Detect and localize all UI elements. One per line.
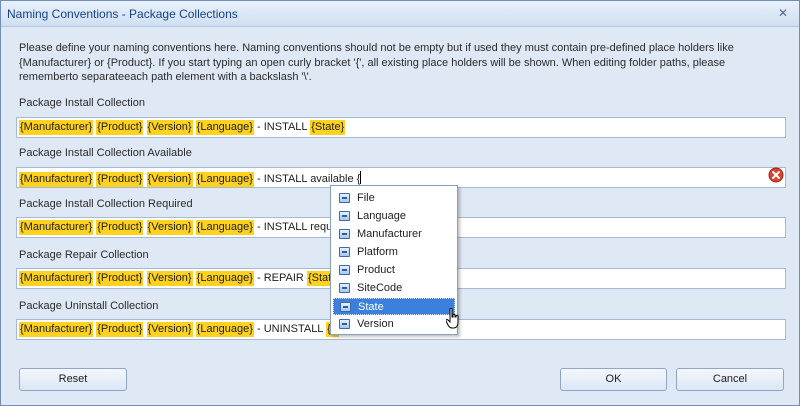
placeholder-icon bbox=[339, 319, 350, 329]
literal-text: - UNINSTALL bbox=[253, 323, 327, 335]
option-label: Product bbox=[357, 264, 395, 276]
placeholder-token: {Manufacturer} bbox=[19, 322, 94, 337]
option-label: Platform bbox=[357, 246, 398, 258]
option-label: Version bbox=[357, 318, 394, 330]
naming-conventions-dialog: Naming Conventions - Package Collections… bbox=[0, 0, 800, 406]
placeholder-icon bbox=[339, 229, 350, 239]
placeholder-token: {Version} bbox=[146, 271, 193, 286]
placeholder-autocomplete-list: File Language Manufacturer Platform Prod… bbox=[330, 185, 458, 335]
placeholder-icon bbox=[339, 265, 350, 275]
placeholder-icon bbox=[339, 283, 350, 293]
placeholder-icon bbox=[340, 302, 351, 312]
window-title: Naming Conventions - Package Collections bbox=[7, 7, 238, 21]
placeholder-token: {Product} bbox=[96, 172, 144, 187]
cancel-button[interactable]: Cancel bbox=[676, 368, 784, 391]
error-icon bbox=[768, 167, 784, 183]
placeholder-option-manufacturer[interactable]: Manufacturer bbox=[333, 226, 455, 243]
placeholder-token: {Product} bbox=[96, 220, 144, 235]
text-caret bbox=[360, 171, 362, 184]
placeholder-option-version[interactable]: Version bbox=[333, 316, 455, 333]
literal-text: - REPAIR bbox=[253, 272, 307, 284]
placeholder-token: {Version} bbox=[146, 120, 193, 135]
title-bar: Naming Conventions - Package Collections… bbox=[1, 1, 799, 27]
placeholder-option-file[interactable]: File bbox=[333, 190, 455, 207]
literal-text: - INSTALL requi bbox=[253, 221, 335, 233]
placeholder-icon bbox=[339, 193, 350, 203]
close-icon[interactable]: ✕ bbox=[775, 5, 791, 21]
section-label-uninstall: Package Uninstall Collection bbox=[19, 300, 159, 312]
literal-text: - INSTALL bbox=[253, 121, 311, 133]
instructions-text: Please define your naming conventions he… bbox=[19, 42, 734, 84]
placeholder-option-state[interactable]: State bbox=[333, 298, 455, 315]
placeholder-token: {Manufacturer} bbox=[19, 120, 94, 135]
placeholder-icon bbox=[339, 247, 350, 257]
placeholder-token: {Manufacturer} bbox=[19, 172, 94, 187]
option-label: File bbox=[357, 192, 375, 204]
section-label-install-available: Package Install Collection Available bbox=[19, 147, 192, 159]
placeholder-token: {Language} bbox=[195, 271, 254, 286]
placeholder-token: {Version} bbox=[146, 220, 193, 235]
section-label-repair: Package Repair Collection bbox=[19, 249, 149, 261]
placeholder-token: {Version} bbox=[146, 172, 193, 187]
placeholder-option-platform[interactable]: Platform bbox=[333, 244, 455, 261]
placeholder-token: {Language} bbox=[195, 120, 254, 135]
placeholder-option-product[interactable]: Product bbox=[333, 262, 455, 279]
section-label-install-required: Package Install Collection Required bbox=[19, 198, 193, 210]
placeholder-token: {Product} bbox=[96, 271, 144, 286]
placeholder-icon bbox=[339, 211, 350, 221]
placeholder-option-sitecode[interactable]: SiteCode bbox=[333, 280, 455, 297]
reset-button[interactable]: Reset bbox=[19, 368, 127, 391]
placeholder-token: {Language} bbox=[195, 322, 254, 337]
literal-text: - INSTALL available bbox=[253, 173, 357, 185]
placeholder-token: {Language} bbox=[195, 172, 254, 187]
install-collection-field[interactable]: {Manufacturer} {Product} {Version} {Lang… bbox=[16, 117, 786, 138]
option-label: State bbox=[358, 301, 384, 313]
option-label: Language bbox=[357, 210, 406, 222]
placeholder-option-language[interactable]: Language bbox=[333, 208, 455, 225]
option-label: SiteCode bbox=[357, 282, 403, 294]
placeholder-token: {Product} bbox=[96, 120, 144, 135]
placeholder-token: {Language} bbox=[195, 220, 254, 235]
section-label-install: Package Install Collection bbox=[19, 97, 145, 109]
ok-button[interactable]: OK bbox=[560, 368, 667, 391]
option-label: Manufacturer bbox=[357, 228, 422, 240]
placeholder-token: {Version} bbox=[146, 322, 193, 337]
placeholder-token: {State} bbox=[310, 120, 346, 135]
placeholder-token: {Product} bbox=[96, 322, 144, 337]
placeholder-token: {Manufacturer} bbox=[19, 271, 94, 286]
placeholder-token: {Manufacturer} bbox=[19, 220, 94, 235]
mouse-pointer-icon bbox=[446, 308, 459, 329]
